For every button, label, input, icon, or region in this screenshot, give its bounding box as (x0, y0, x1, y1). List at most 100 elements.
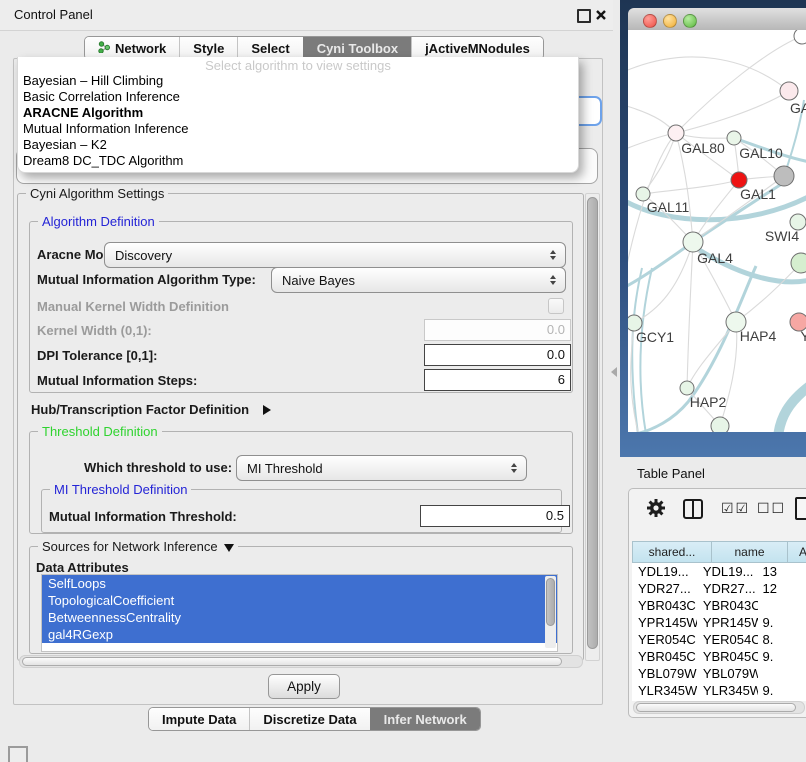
network-edge[interactable] (778, 385, 806, 432)
network-node-label: GAL80 (681, 140, 725, 156)
settings-scrollbar[interactable] (585, 193, 600, 661)
network-edge[interactable] (643, 180, 739, 194)
column-header[interactable]: name (712, 541, 788, 563)
tab-select[interactable]: Select (237, 37, 302, 59)
tab-jactivemnodules[interactable]: jActiveMNodules (411, 37, 543, 59)
mi-threshold-title: MI Threshold Definition (50, 482, 191, 497)
table-row[interactable]: YBR043CYBR043C (632, 597, 806, 614)
network-node-label: GCY1 (636, 329, 674, 345)
network-window-titlebar[interactable] (628, 8, 806, 31)
close-icon[interactable] (595, 8, 607, 20)
tab-infer-network[interactable]: Infer Network (370, 708, 480, 730)
network-node[interactable] (791, 253, 806, 273)
settings-hscrollbar[interactable] (19, 655, 583, 668)
mi-algorithm-type-select[interactable]: Naive Bayes (271, 267, 566, 293)
tab-label: Discretize Data (263, 712, 356, 727)
algorithm-option[interactable]: ARACNE Algorithm (18, 105, 578, 121)
which-threshold-select[interactable]: MI Threshold (236, 455, 527, 481)
panel-collapse-arrow-icon[interactable] (611, 367, 617, 377)
table-row[interactable]: YLR345WYLR345W9. (632, 682, 806, 699)
network-edge[interactable] (628, 57, 789, 91)
column-header[interactable]: A (788, 541, 806, 563)
kernel-width-input[interactable]: 0.0 (424, 319, 571, 341)
tab-network[interactable]: Network (85, 37, 179, 59)
settings-scrollbar-thumb[interactable] (587, 197, 598, 649)
table-cell: YBR043C (632, 597, 697, 614)
bottom-tabs: Impute Data Discretize Data Infer Network (148, 707, 481, 731)
mi-steps-input[interactable]: 6 (424, 369, 571, 391)
table-row[interactable]: YDR27...YDR27...12 (632, 580, 806, 597)
network-node[interactable] (774, 166, 794, 186)
select-all-columns-icon[interactable]: ☑☑ (721, 501, 750, 517)
table-hscrollbar-thumb[interactable] (636, 703, 796, 712)
minimize-traffic-light-icon[interactable] (663, 14, 677, 28)
manual-kernel-width-checkbox[interactable] (548, 298, 564, 314)
table-header-row[interactable]: shared...nameA (632, 541, 806, 563)
aracne-mode-select[interactable]: Discovery (104, 242, 566, 268)
network-edge[interactable] (676, 133, 734, 138)
table-row[interactable]: YBL079WYBL079W (632, 665, 806, 682)
network-edge[interactable] (693, 180, 739, 242)
mi-threshold-input[interactable]: 0.5 (420, 505, 570, 527)
table-row[interactable]: YPR145WYPR145W9. (632, 614, 806, 631)
gear-icon[interactable] (645, 497, 667, 524)
settings-hscrollbar-thumb[interactable] (22, 657, 562, 666)
table-hscrollbar[interactable] (633, 701, 805, 714)
tab-cyni-toolbox[interactable]: Cyni Toolbox (303, 37, 411, 59)
mi-steps-label: Mutual Information Steps: (37, 373, 197, 388)
network-edge[interactable] (643, 133, 676, 194)
manual-kernel-width-label: Manual Kernel Width Definition (37, 299, 229, 314)
column-header[interactable]: shared... (632, 541, 712, 563)
network-edge[interactable] (687, 242, 693, 388)
list-scrollbar[interactable] (545, 576, 556, 648)
minimized-panel-icon[interactable] (8, 746, 28, 762)
data-attribute-item[interactable]: gal4RGexp (42, 626, 557, 643)
close-traffic-light-icon[interactable] (643, 14, 657, 28)
network-node[interactable] (711, 417, 729, 432)
split-columns-icon[interactable] (683, 499, 703, 519)
network-node-gal4[interactable] (683, 232, 703, 252)
list-scrollbar-thumb[interactable] (546, 578, 555, 626)
hub-definition-expander[interactable]: Hub/Transcription Factor Definition (31, 401, 271, 419)
network-node-label: SWI4 (765, 228, 799, 244)
table-row[interactable]: YDL19...YDL19...13 (632, 563, 806, 580)
network-edge[interactable] (720, 322, 737, 426)
data-attributes-list[interactable]: SelfLoopsTopologicalCoefficientBetweenne… (41, 574, 558, 652)
table-cell: YPR145W (632, 614, 697, 631)
network-node[interactable] (794, 30, 806, 44)
apply-button[interactable]: Apply (268, 674, 340, 699)
tab-label: Infer Network (384, 712, 467, 727)
unselect-all-columns-icon[interactable]: ☐☐ (757, 501, 786, 517)
dpi-tolerance-input[interactable]: 0.0 (424, 344, 571, 366)
table-cell: YDR27... (632, 580, 697, 597)
table-body[interactable]: YDL19...YDL19...13YDR27...YDR27...12YBR0… (632, 563, 806, 701)
network-node-gal[interactable] (780, 82, 798, 100)
float-panel-icon[interactable] (577, 9, 591, 23)
table-row[interactable]: YBR045CYBR045C9. (632, 648, 806, 665)
table-cell: YDL19... (697, 563, 759, 580)
table-cell: YBL079W (697, 665, 759, 682)
tab-style[interactable]: Style (179, 37, 237, 59)
network-node-gal80[interactable] (668, 125, 684, 141)
tab-discretize-data[interactable]: Discretize Data (249, 708, 369, 730)
network-edge[interactable] (676, 91, 789, 133)
data-attribute-item[interactable]: SelfLoops (42, 575, 557, 592)
table-row[interactable]: YER054CYER054C8. (632, 631, 806, 648)
sources-group-title[interactable]: Sources for Network Inference (38, 539, 238, 554)
data-attribute-item[interactable]: TopologicalCoefficient (42, 592, 557, 609)
network-edge[interactable] (640, 268, 652, 432)
tab-impute-data[interactable]: Impute Data (149, 708, 249, 730)
algorithm-option[interactable]: Dream8 DC_TDC Algorithm (18, 153, 578, 169)
algorithm-option[interactable]: Bayesian – K2 (18, 137, 578, 153)
network-edge[interactable] (687, 322, 736, 388)
new-table-icon[interactable] (795, 497, 806, 520)
network-edge[interactable] (634, 242, 693, 323)
network-node-hap2[interactable] (680, 381, 694, 395)
network-node-gal10[interactable] (727, 131, 741, 145)
zoom-traffic-light-icon[interactable] (683, 14, 697, 28)
algorithm-option[interactable]: Mutual Information Inference (18, 121, 578, 137)
data-attribute-item[interactable]: BetweennessCentrality (42, 609, 557, 626)
algorithm-option[interactable]: Bayesian – Hill Climbing (18, 73, 578, 89)
network-canvas[interactable]: GALGAL80GAL10GAL1GAL11SWI4GAL4GCY1HAP4YH… (628, 30, 806, 432)
algorithm-option[interactable]: Basic Correlation Inference (18, 89, 578, 105)
